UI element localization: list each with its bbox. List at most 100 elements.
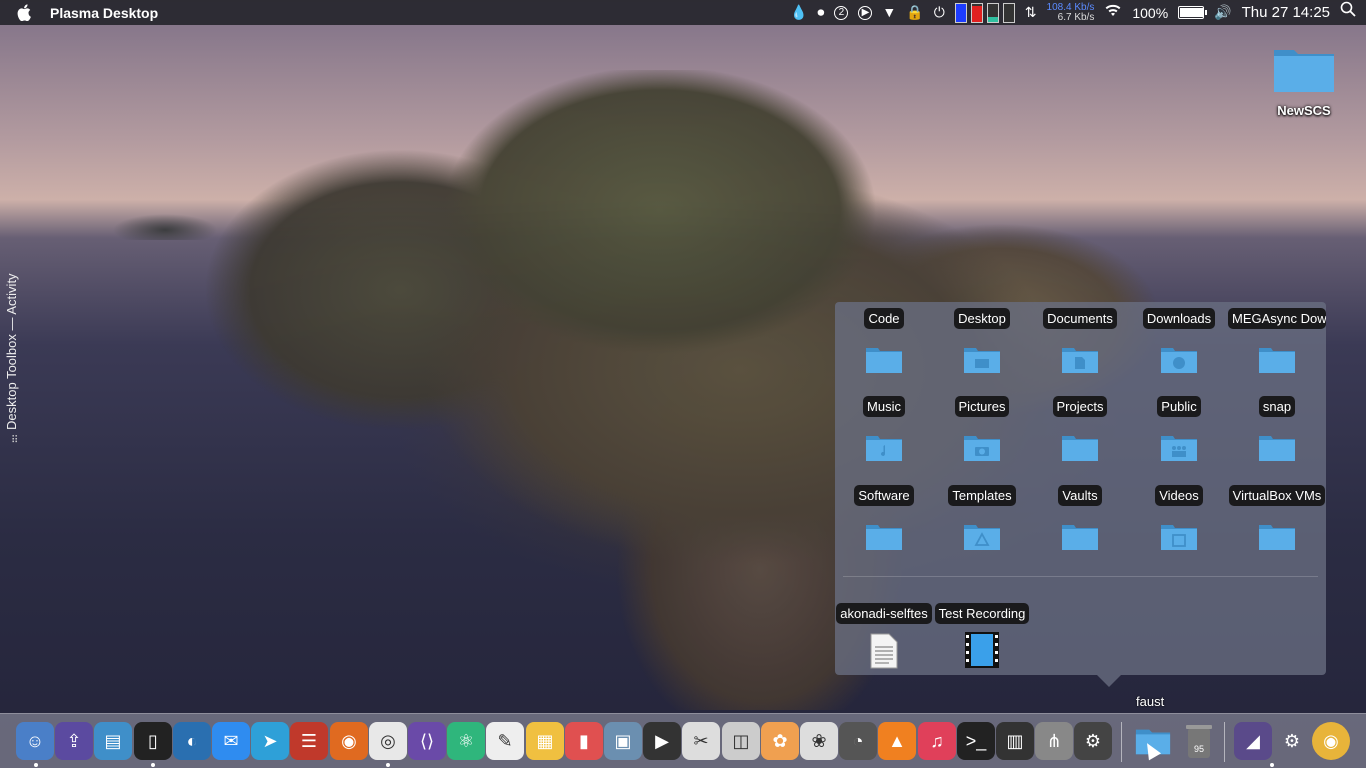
file-item-2[interactable]: Test Recording: [933, 603, 1031, 674]
folder-item-templates[interactable]: Templates: [933, 485, 1031, 551]
battery-icon[interactable]: [1178, 6, 1208, 19]
trash-icon[interactable]: 95: [1180, 722, 1218, 760]
office-writer-icon[interactable]: ▦: [526, 722, 564, 760]
disk-usage-icon[interactable]: ◐: [173, 722, 211, 760]
folder-icon: [835, 523, 933, 551]
network-speed[interactable]: 108.4 Kb/s 6.7 Kb/s: [1047, 2, 1095, 23]
power-icon[interactable]: ⏻: [934, 0, 945, 25]
separator: [843, 576, 1318, 577]
cd-player-icon[interactable]: ◉: [1312, 722, 1350, 760]
photos-icon[interactable]: ◫: [722, 722, 760, 760]
lock-icon[interactable]: 🔒: [906, 0, 923, 25]
desktop-folder-newscs[interactable]: NewSCS: [1266, 44, 1342, 118]
file-item-label: akonadi-selftes: [836, 603, 932, 624]
chrome-icon[interactable]: ◎: [369, 722, 407, 760]
file-item-1[interactable]: akonadi-selftes: [835, 603, 933, 674]
text-editor-icon[interactable]: ✎: [486, 722, 524, 760]
dock: 95 ◢ ⚙ ◉ ☺ ⇪ ▤ ▯ ◐ ✉ ➤ ☰ ◉ ◎ ⟨⟩ ⚛ ✎ ▦ ▮ ▣ ▶ ✂ ◫ ✿ ❀ ◔ ▲ ♫ >_ ▥ ⋔ ⚙: [0, 713, 1366, 768]
folder-item-label: Templates: [948, 485, 1016, 506]
folder-item-label: Videos: [1155, 485, 1203, 506]
color-picker-icon[interactable]: ✿: [761, 722, 799, 760]
folder-item-label: VirtualBox VMs: [1228, 485, 1326, 506]
folder-icon: [1228, 523, 1326, 551]
folder-templates-icon: [933, 523, 1031, 551]
folder-item-vaults[interactable]: Vaults: [1031, 485, 1129, 551]
folder-desktop-icon: [933, 346, 1031, 374]
kde-connect-icon[interactable]: ⇪: [55, 722, 93, 760]
desktop-toolbox-label[interactable]: Desktop Toolbox — Activity: [4, 273, 19, 430]
folder-item-label: Pictures: [954, 396, 1010, 417]
image-viewer-icon[interactable]: ▣: [604, 722, 642, 760]
net-download: 6.7 Kb/s: [1057, 11, 1095, 23]
news-reader-icon[interactable]: ☰: [290, 722, 328, 760]
drawing-icon[interactable]: ✂: [682, 722, 720, 760]
notification-count[interactable]: 2: [834, 5, 849, 20]
active-app-title[interactable]: Plasma Desktop: [50, 5, 158, 21]
folder-item-downloads[interactable]: Downloads: [1130, 308, 1228, 374]
files-icon[interactable]: ▤: [94, 722, 132, 760]
top-menubar: Plasma Desktop 💧 ⏺ 2 ▶ ▼ 🔒 ⏻ ⇅ 108.4 Kb/…: [0, 0, 1366, 25]
atom-icon[interactable]: ⚛: [447, 722, 485, 760]
system-settings-icon[interactable]: ⚙: [1074, 722, 1112, 760]
settings-gear-icon[interactable]: ⚙: [1273, 722, 1311, 760]
resource-meters[interactable]: [954, 2, 1015, 23]
kde-window-icon[interactable]: ◢: [1234, 722, 1272, 760]
memory-meter: [970, 2, 983, 23]
network-icon[interactable]: ⋔: [1035, 722, 1073, 760]
clock[interactable]: Thu 27 14:25: [1242, 4, 1330, 21]
battery-percent[interactable]: 100%: [1132, 5, 1168, 21]
folder-item-public[interactable]: Public: [1130, 396, 1228, 462]
folder-icon: [1274, 50, 1334, 92]
folder-item-megasync-dow[interactable]: MEGAsync Dow: [1228, 308, 1326, 374]
video-editor-icon[interactable]: ▶: [643, 722, 681, 760]
wifi-icon[interactable]: [1104, 0, 1122, 25]
running-indicator: [151, 763, 155, 767]
volume-icon[interactable]: 🔊: [1214, 0, 1231, 25]
folder-icon: [835, 346, 933, 374]
folder-item-videos[interactable]: Videos: [1130, 485, 1228, 551]
telegram-icon[interactable]: ➤: [251, 722, 289, 760]
folder-item-label: Projects: [1052, 396, 1108, 417]
chevron-down-icon[interactable]: ▼: [882, 0, 896, 25]
folder-tooltip: faust: [1136, 694, 1165, 709]
dock-separator: [1224, 722, 1225, 762]
itunes-icon[interactable]: ♫: [918, 722, 956, 760]
folder-public-icon: [1130, 434, 1228, 462]
folder-item-pictures[interactable]: Pictures: [933, 396, 1031, 462]
folder-item-code[interactable]: Code: [835, 308, 933, 374]
folder-item-snap[interactable]: snap: [1228, 396, 1326, 462]
vscode-icon[interactable]: ⟨⟩: [408, 722, 446, 760]
finder-icon[interactable]: ☺: [16, 722, 54, 760]
trash-count: 95: [1194, 744, 1204, 754]
firefox-icon[interactable]: ◉: [330, 722, 368, 760]
apple-menu-icon[interactable]: [17, 4, 33, 21]
office-calc-icon[interactable]: ▮: [565, 722, 603, 760]
gauge-icon[interactable]: ◔: [839, 722, 877, 760]
folder-music-icon: [835, 434, 933, 462]
system-monitor-icon[interactable]: ▥: [996, 722, 1034, 760]
grip-icon[interactable]: ⠿: [11, 435, 18, 446]
folder-item-label: snap: [1258, 396, 1296, 417]
folder-item-software[interactable]: Software: [835, 485, 933, 551]
folder-icon: [1228, 434, 1326, 462]
folder-item-documents[interactable]: Documents: [1031, 308, 1129, 374]
photo-gallery-icon[interactable]: ❀: [800, 722, 838, 760]
folder-item-music[interactable]: Music: [835, 396, 933, 462]
vlc-icon[interactable]: ▲: [878, 722, 916, 760]
messenger-icon[interactable]: ✉: [212, 722, 250, 760]
record-icon[interactable]: ⏺: [817, 0, 824, 25]
running-indicator: [1270, 763, 1274, 767]
folder-item-virtualbox-vms[interactable]: VirtualBox VMs: [1228, 485, 1326, 551]
video-file-icon: [933, 629, 1031, 674]
terminal-icon[interactable]: >_: [957, 722, 995, 760]
folder-item-projects[interactable]: Projects: [1031, 396, 1129, 462]
folder-item-desktop[interactable]: Desktop: [933, 308, 1031, 374]
drop-icon[interactable]: 💧: [790, 0, 807, 25]
phone-icon[interactable]: ▯: [134, 722, 172, 760]
folder-pictures-icon: [933, 434, 1031, 462]
folder-downloads-icon: [1130, 346, 1228, 374]
folder-item-label: Music: [863, 396, 905, 417]
media-play-icon[interactable]: ▶: [858, 5, 873, 20]
search-icon[interactable]: [1340, 0, 1356, 25]
updown-arrows-icon: ⇅: [1024, 4, 1037, 20]
